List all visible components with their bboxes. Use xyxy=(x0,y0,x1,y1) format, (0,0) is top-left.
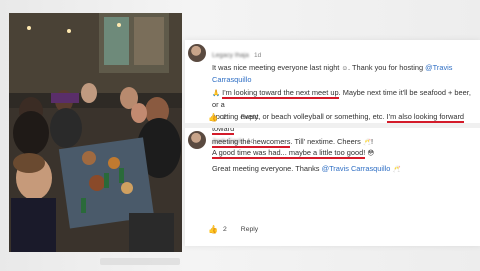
underlined-text: A good time was had... maybe a little to… xyxy=(212,148,366,159)
reply-button[interactable]: Reply xyxy=(241,114,258,121)
user-mention-link[interactable]: @Travis Carrasquillo xyxy=(322,164,391,173)
comment-author[interactable]: Legacy Ihaja xyxy=(212,52,249,59)
comment-time: 1d xyxy=(254,52,262,59)
underlined-text: I'm looking toward the next meet up xyxy=(222,87,339,99)
emoji-icon: 🥂 xyxy=(392,166,401,174)
reply-button[interactable]: Reply xyxy=(241,226,258,233)
divider xyxy=(185,123,480,128)
group-photo[interactable] xyxy=(9,13,182,252)
comment-text: A good time was had... maybe a little to… xyxy=(212,147,474,176)
like-icon[interactable]: 👍 xyxy=(208,225,218,234)
comment-actions: 👍 2 Reply xyxy=(208,113,258,122)
comment-author[interactable]: Josh Cash xyxy=(212,138,243,145)
comment-time: 1d xyxy=(247,138,255,145)
avatar[interactable] xyxy=(188,44,206,62)
comment-line: Great meeting everyone. Thanks @Travis C… xyxy=(212,164,401,174)
avatar[interactable] xyxy=(188,131,206,149)
emoji-icon: ☺ xyxy=(341,65,349,72)
emoji-icon: 🙏 xyxy=(212,89,221,97)
user-mention-link[interactable]: @Travis Carrasquillo xyxy=(212,63,453,84)
comment-line: A good time was had... maybe a little to… xyxy=(212,147,474,159)
comment-text: It was nice meeting everyone last night … xyxy=(212,62,474,148)
emoji-icon: 🥂 xyxy=(362,138,372,146)
like-count: 2 xyxy=(223,226,227,233)
blurred-bar xyxy=(100,258,180,265)
comment-thread: Legacy Ihaja 1d It was nice meeting ever… xyxy=(185,40,480,246)
like-icon[interactable]: 👍 xyxy=(208,113,218,122)
comment-line: 🙏 I'm looking toward the next meet up. M… xyxy=(212,87,471,109)
comment-actions: 👍 2 Reply xyxy=(208,225,258,234)
group-photo-image xyxy=(9,13,182,252)
like-count: 2 xyxy=(223,114,227,121)
comment-line: It was nice meeting everyone last night … xyxy=(212,63,453,85)
emoji-icon: 😳 xyxy=(367,150,375,157)
